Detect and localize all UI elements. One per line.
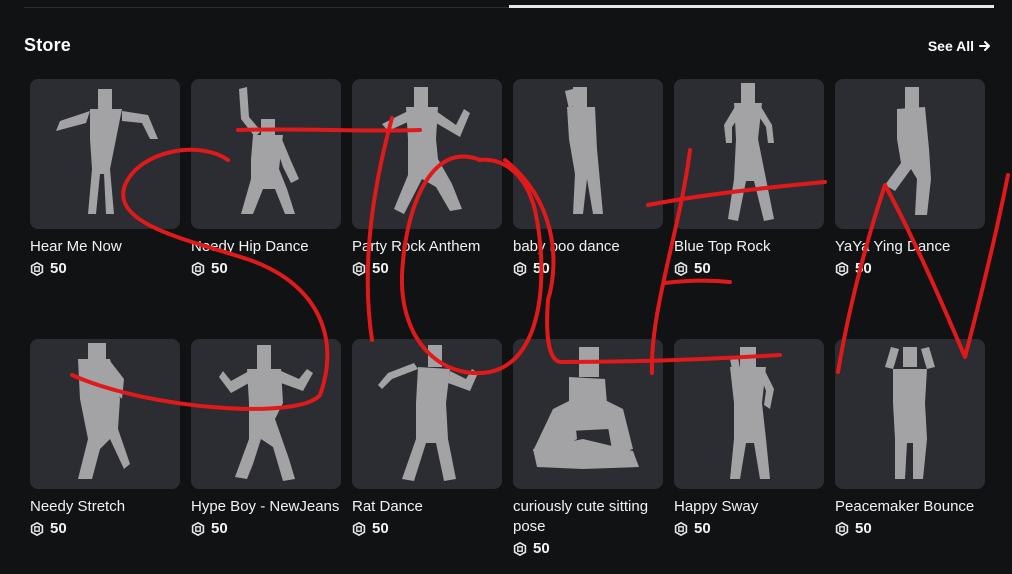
price-value: 50: [211, 520, 228, 537]
emote-thumbnail[interactable]: [513, 339, 663, 489]
avatar-pose-image: [565, 87, 603, 214]
robux-icon: [513, 261, 527, 276]
arrow-right-icon: [979, 41, 990, 51]
robux-icon: [835, 261, 849, 276]
avatar-pose-image: [885, 87, 931, 215]
item-price: 50: [674, 260, 824, 277]
item-name[interactable]: Hype Boy - NewJeans: [191, 497, 351, 517]
item-name[interactable]: Hear Me Now: [30, 237, 190, 257]
emote-thumbnail[interactable]: [30, 339, 180, 489]
price-value: 50: [855, 260, 872, 277]
item-price: 50: [191, 260, 341, 277]
emote-thumbnail[interactable]: [191, 339, 341, 489]
item-price: 50: [352, 260, 502, 277]
see-all-label: See All: [927, 38, 974, 54]
robux-icon: [674, 261, 688, 276]
emote-thumbnail[interactable]: [835, 79, 985, 229]
robux-icon: [352, 521, 366, 536]
item-price: 50: [513, 260, 663, 277]
item-name[interactable]: Needy Stretch: [30, 497, 190, 517]
item-price: 50: [674, 520, 824, 537]
item-price: 50: [30, 260, 180, 277]
store-item-card[interactable]: YaYa Ying Dance 50: [835, 79, 985, 277]
item-name[interactable]: Happy Sway: [674, 497, 834, 517]
robux-icon: [513, 541, 527, 556]
emote-thumbnail[interactable]: [513, 79, 663, 229]
robux-icon: [191, 261, 205, 276]
item-name[interactable]: Blue Top Rock: [674, 237, 834, 257]
emote-thumbnail[interactable]: [835, 339, 985, 489]
emote-thumbnail[interactable]: [674, 79, 824, 229]
avatar-pose-image: [56, 89, 158, 214]
section-title: Store: [24, 35, 72, 55]
robux-icon: [30, 261, 44, 276]
price-value: 50: [50, 520, 67, 537]
avatar-pose-image: [219, 345, 313, 481]
emote-thumbnail[interactable]: [674, 339, 824, 489]
avatar-pose-image: [239, 87, 299, 214]
store-item-card[interactable]: Hear Me Now 50: [30, 79, 180, 277]
store-item-card[interactable]: Needy Stretch 50: [30, 339, 180, 537]
robux-icon: [191, 521, 205, 536]
price-value: 50: [372, 260, 389, 277]
robux-icon: [674, 521, 688, 536]
store-item-card[interactable]: Blue Top Rock 50: [674, 79, 824, 277]
store-item-card[interactable]: baby boo dance 50: [513, 79, 663, 277]
store-item-card[interactable]: curiously cute sitting pose 50: [513, 339, 663, 557]
avatar-pose-image: [378, 345, 478, 481]
store-item-card[interactable]: Hype Boy - NewJeans 50: [191, 339, 341, 537]
price-value: 50: [50, 260, 67, 277]
price-value: 50: [372, 520, 389, 537]
item-price: 50: [191, 520, 341, 537]
avatar-pose-image: [885, 347, 935, 479]
store-item-card[interactable]: Party Rock Anthem 50: [352, 79, 502, 277]
store-item-card[interactable]: Rat Dance 50: [352, 339, 502, 537]
robux-icon: [352, 261, 366, 276]
price-value: 50: [694, 260, 711, 277]
item-name[interactable]: YaYa Ying Dance: [835, 237, 995, 257]
emote-thumbnail[interactable]: [352, 339, 502, 489]
avatar-pose-image: [730, 347, 774, 479]
item-name[interactable]: Rat Dance: [352, 497, 512, 517]
price-value: 50: [533, 260, 550, 277]
store-item-card[interactable]: Peacemaker Bounce 50: [835, 339, 985, 537]
item-price: 50: [513, 540, 663, 557]
item-name[interactable]: baby boo dance: [513, 237, 673, 257]
store-item-card[interactable]: Needy Hip Dance 50: [191, 79, 341, 277]
avatar-pose-image: [724, 83, 774, 221]
active-tab-indicator: [509, 5, 994, 8]
avatar-pose-image: [78, 343, 130, 479]
item-name[interactable]: Party Rock Anthem: [352, 237, 512, 257]
see-all-link[interactable]: See All: [928, 38, 992, 54]
robux-icon: [30, 521, 44, 536]
price-value: 50: [694, 520, 711, 537]
price-value: 50: [855, 520, 872, 537]
item-name[interactable]: curiously cute sitting pose: [513, 497, 673, 537]
price-value: 50: [211, 260, 228, 277]
emote-thumbnail[interactable]: [191, 79, 341, 229]
price-value: 50: [533, 540, 550, 557]
item-price: 50: [30, 520, 180, 537]
avatar-pose-image: [382, 87, 470, 214]
emote-thumbnail[interactable]: [30, 79, 180, 229]
item-price: 50: [835, 520, 985, 537]
emote-thumbnail[interactable]: [352, 79, 502, 229]
item-name[interactable]: Needy Hip Dance: [191, 237, 351, 257]
item-name[interactable]: Peacemaker Bounce: [835, 497, 995, 517]
item-price: 50: [352, 520, 502, 537]
item-price: 50: [835, 260, 985, 277]
store-item-card[interactable]: Happy Sway 50: [674, 339, 824, 537]
avatar-pose-image: [533, 347, 639, 469]
robux-icon: [835, 521, 849, 536]
